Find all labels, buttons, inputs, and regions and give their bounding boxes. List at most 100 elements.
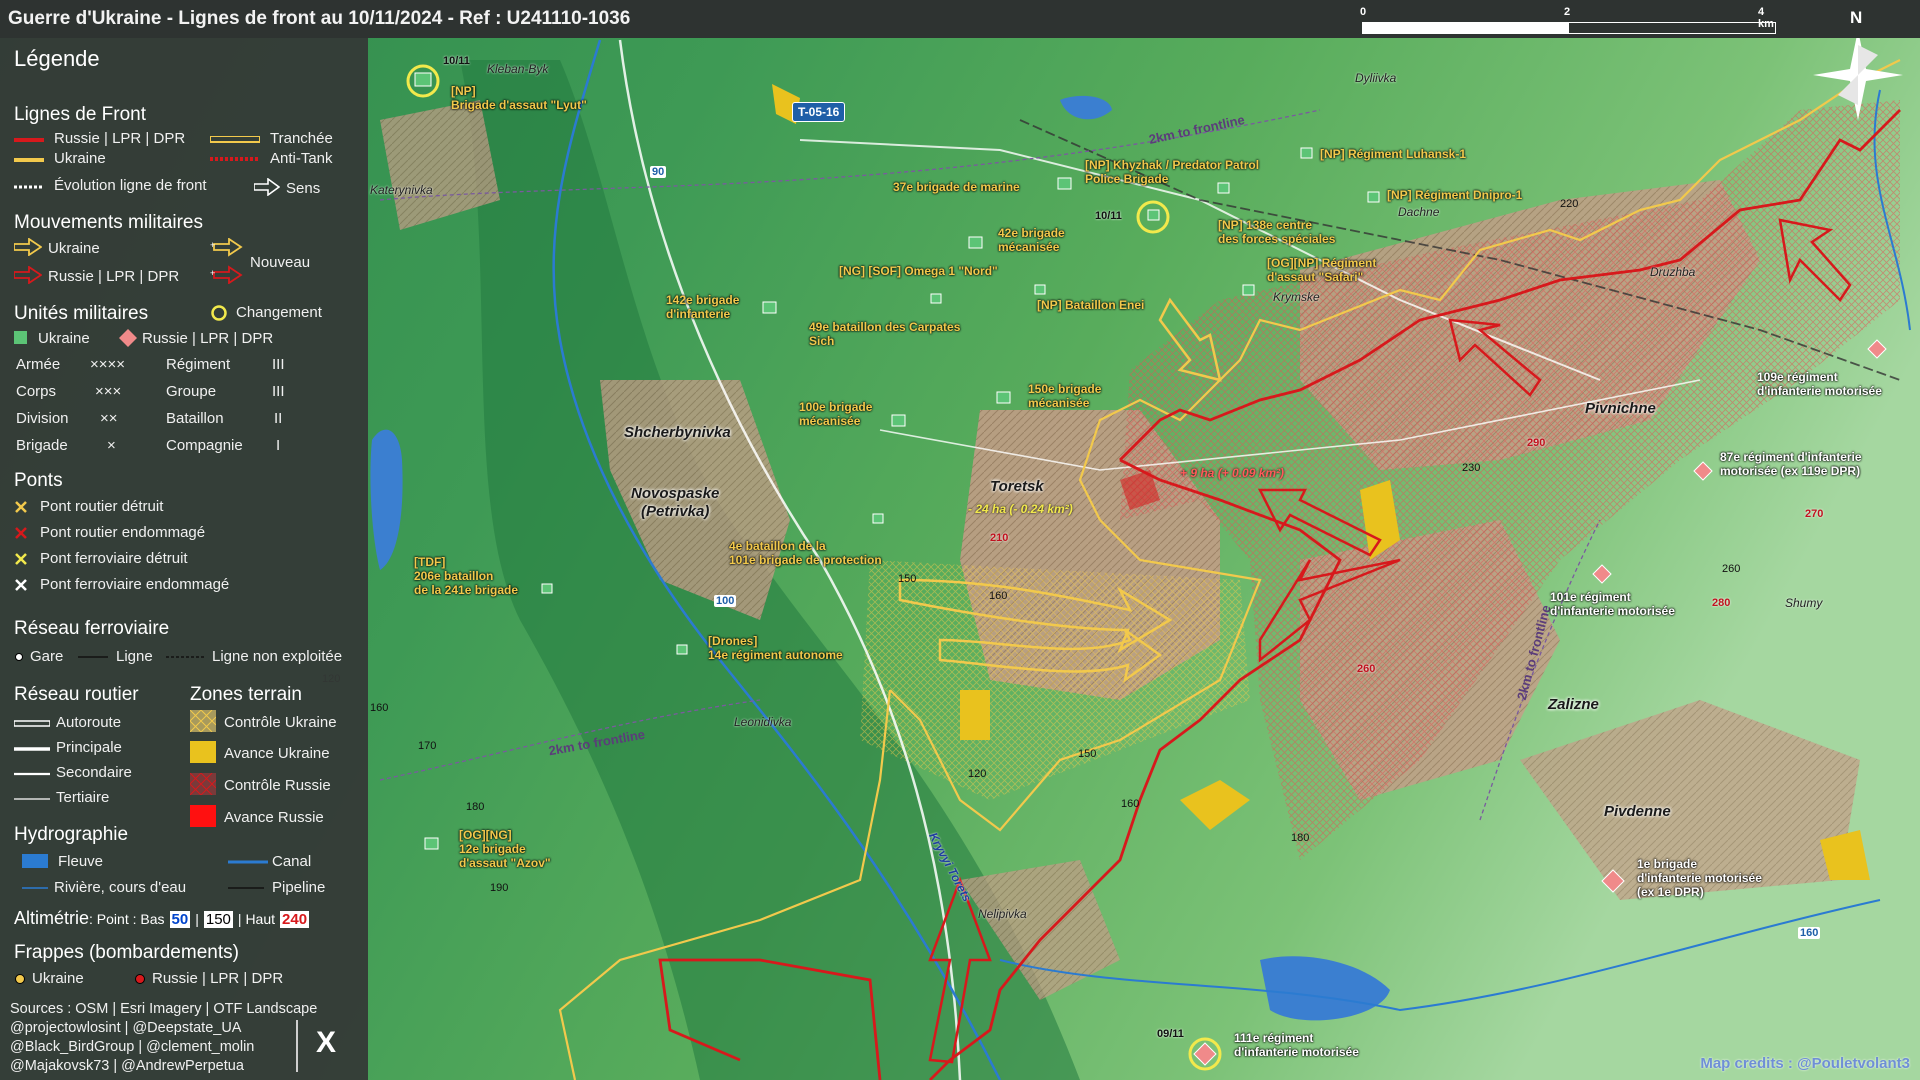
legend-panel: Légende Lignes de Front Russie | LPR | D… <box>0 38 368 1080</box>
legend-rail-unused-symbol <box>166 656 204 658</box>
legend-hydro-canal: Canal <box>272 853 312 870</box>
scale-label-0: 0 <box>1360 6 1367 18</box>
legend-altimetry-high: 240 <box>280 911 310 928</box>
title-bar: Guerre d'Ukraine - Lignes de front au 10… <box>0 0 1920 38</box>
village-katerynivka: Katerynivka <box>370 183 433 197</box>
legend-strike-ukraine-icon <box>15 974 25 984</box>
legend-rail-station: Gare <box>30 648 64 665</box>
village-leonidivka: Leonidivka <box>734 715 792 729</box>
legend-hydro-pipeline: Pipeline <box>272 879 326 896</box>
legend-echelon-battalion-symbol: II <box>274 410 283 427</box>
legend-echelon-company-symbol: I <box>276 437 281 454</box>
village-shumy: Shumy <box>1785 596 1823 610</box>
altitude-260-east: 260 <box>1722 563 1741 575</box>
unit-label-37-marine: 37e brigade de marine <box>893 180 1020 194</box>
altitude-160-south: 160 <box>1121 798 1140 810</box>
legend-river-symbol <box>22 854 48 868</box>
legend-evolution-symbol <box>14 185 44 189</box>
altitude-290: 290 <box>1527 437 1546 449</box>
x-logo-icon[interactable]: X <box>316 1026 336 1060</box>
legend-road-bridge-damaged-icon <box>15 527 27 539</box>
legend-echelon-division: Division <box>16 410 69 427</box>
legend-bridge-road-destroyed: Pont routier détruit <box>40 498 164 515</box>
legend-zone-russia-control-symbol <box>190 773 216 795</box>
legend-hydro-stream: Rivière, cours d'eau <box>54 879 187 896</box>
village-kleban-byk: Kleban-Byk <box>487 62 549 76</box>
date-khyzhak: 10/11 <box>1095 210 1122 222</box>
legend-altimetry-sep2: | Haut <box>237 911 276 927</box>
legend-echelon-brigade-symbol: × <box>107 437 116 454</box>
town-toretsk: Toretsk <box>990 478 1044 495</box>
legend-russia-line-symbol <box>14 138 44 142</box>
legend-rail-bridge-damaged-icon <box>15 579 27 591</box>
road-badge-t0516: T-05-16 <box>792 102 846 122</box>
unit-label-azov: [OG][NG] 12e brigade d'assaut "Azov" <box>459 828 551 870</box>
legend-stream-symbol <box>22 887 48 889</box>
legend-front-ukraine: Ukraine <box>54 150 106 167</box>
legend-echelon-corps: Corps <box>16 383 57 400</box>
unit-label-206-battalion: [TDF] 206e bataillon de la 241e brigade <box>414 555 519 597</box>
legend-altimetry-low: 50 <box>169 911 191 928</box>
legend-road-bridge-destroyed-icon <box>15 501 27 513</box>
altitude-160-west: 160 <box>989 590 1008 602</box>
unit-label-14-drones: [Drones] 14e régiment autonome <box>708 634 843 662</box>
legend-sources-line-3: @Black_BirdGroup | @clement_molin <box>10 1039 255 1055</box>
legend-strikes-title: Frappes (bombardements) <box>14 942 239 963</box>
town-pivnichne: Pivnichne <box>1585 400 1656 417</box>
unit-label-142-brigade: 142e brigade d'infanterie <box>666 293 740 321</box>
date-111: 09/11 <box>1157 1028 1184 1040</box>
legend-antitank-symbol <box>210 157 260 161</box>
legend-road-highway: Autoroute <box>56 714 122 731</box>
legend-canal-symbol <box>228 860 268 864</box>
legend-rail-bridge-destroyed-icon <box>15 553 27 565</box>
legend-zone-russia-advance-symbol <box>190 805 216 827</box>
legend-bridge-rail-destroyed: Pont ferroviaire détruit <box>40 550 188 567</box>
unit-label-ru-1: 1e brigade d'infanterie motorisée (ex 1e D… <box>1637 857 1762 899</box>
road-number-160: 160 <box>1798 927 1821 939</box>
north-label: N <box>1850 8 1863 27</box>
unit-label-khyzhak: [NP] Khyzhak / Predator Patrol Police Bri… <box>1085 158 1260 186</box>
unit-label-150-brigade: 150e brigade mécanisée <box>1028 382 1102 410</box>
legend-zone-ukraine-control-symbol <box>190 710 216 732</box>
legend-front-trench: Tranchée <box>270 130 333 147</box>
svg-text:+: + <box>210 268 215 278</box>
legend-sources-line-1: Sources : OSM | Esri Imagery | OTF Lands… <box>10 1001 318 1017</box>
unit-label-101-protection: 4e bataillon de la 101e brigade de protec… <box>729 539 882 567</box>
altitude-160-far-west: 160 <box>370 702 389 714</box>
legend-secondary-road-symbol <box>14 772 50 776</box>
map-credits: Map credits : @Pouletvolant3 <box>1700 1055 1910 1072</box>
legend-echelon-corps-symbol: ××× <box>95 383 122 400</box>
altitude-180-south: 180 <box>1291 832 1310 844</box>
legend-altimetry-label: Altimétrie <box>14 908 90 928</box>
legend-russia-unit-icon <box>119 329 137 347</box>
legend-movement-ukraine: Ukraine <box>48 240 100 257</box>
legend-sources-line-2: @projectowlosint | @Deepstate_UA <box>10 1020 242 1036</box>
legend-echelon-group: Groupe <box>166 383 217 400</box>
unit-label-49-carpathian: 49e bataillon des Carpates Sich <box>809 320 961 348</box>
altitude-260: 260 <box>1357 663 1376 675</box>
legend-new-arrows-icon: ++ <box>210 238 243 284</box>
unit-label-luhansk-1: [NP] Régiment Luhansk-1 <box>1320 147 1467 161</box>
legend-bridges-title: Ponts <box>14 470 63 491</box>
legend-front-lines-title: Lignes de Front <box>14 104 147 125</box>
road-number-100: 100 <box>714 595 737 607</box>
unit-label-42-brigade: 42e brigade mécanisée <box>998 226 1065 254</box>
village-druzhba: Druzhba <box>1650 265 1696 279</box>
altitude-190: 190 <box>490 882 509 894</box>
unit-label-ru-109: 109e régiment d'infanterie motorisée <box>1757 370 1882 398</box>
village-krymske: Krymske <box>1273 290 1320 304</box>
village-nelipivka: Nelipivka <box>978 907 1027 921</box>
legend-echelon-brigade: Brigade <box>16 437 68 454</box>
legend-rail-unused: Ligne non exploitée <box>212 648 343 665</box>
svg-text:+: + <box>210 240 215 250</box>
altitude-150-south: 150 <box>1078 748 1097 760</box>
yellow-patch-4 <box>960 690 990 740</box>
altitude-230: 230 <box>1462 462 1481 474</box>
legend-zone-russia-advance: Avance Russie <box>224 809 324 826</box>
legend-units-title: Unités militaires <box>14 303 149 324</box>
legend-bridge-rail-damaged: Pont ferroviaire endommagé <box>40 576 230 593</box>
legend-roads-title: Réseau routier <box>14 684 139 705</box>
legend-direction-arrow-icon <box>254 178 280 196</box>
legend-units-russia: Russie | LPR | DPR <box>142 330 274 347</box>
legend-title: Légende <box>14 46 100 71</box>
